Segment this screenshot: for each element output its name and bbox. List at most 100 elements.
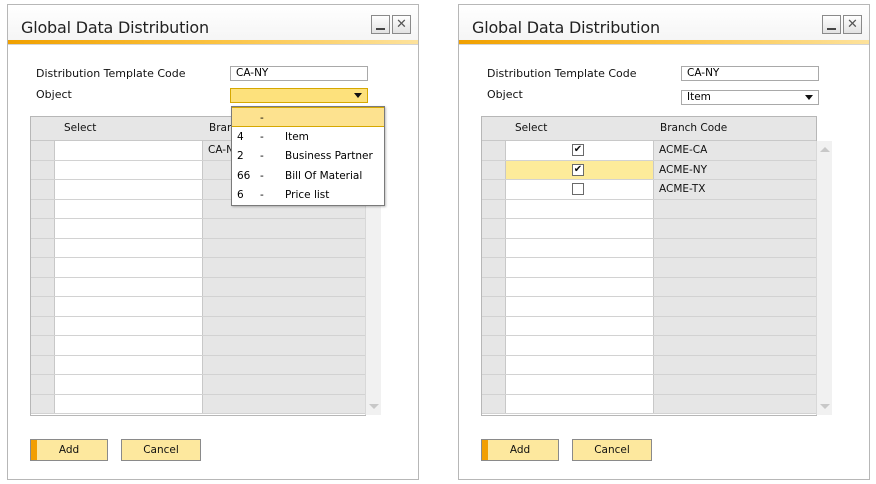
select-cell[interactable] xyxy=(506,336,654,355)
table-row[interactable] xyxy=(482,199,816,219)
row-header-cell[interactable] xyxy=(31,180,55,199)
cancel-button[interactable]: Cancel xyxy=(572,439,652,461)
dropdown-option-blank[interactable]: - xyxy=(232,107,384,127)
table-row[interactable] xyxy=(482,297,816,317)
table-row[interactable] xyxy=(31,394,365,414)
select-cell[interactable] xyxy=(506,277,654,296)
table-row[interactable] xyxy=(482,316,816,336)
select-cell[interactable] xyxy=(55,141,203,160)
select-cell[interactable] xyxy=(506,258,654,277)
row-header-cell[interactable] xyxy=(482,160,506,179)
table-row[interactable] xyxy=(482,336,816,356)
row-header-cell[interactable] xyxy=(31,238,55,257)
row-header-cell[interactable] xyxy=(31,219,55,238)
row-header-cell[interactable] xyxy=(482,277,506,296)
select-cell[interactable] xyxy=(55,160,203,179)
select-cell[interactable] xyxy=(506,297,654,316)
row-header-cell[interactable] xyxy=(31,375,55,394)
table-row[interactable] xyxy=(482,375,816,395)
table-row[interactable] xyxy=(31,355,365,375)
object-dropdown[interactable]: Item xyxy=(681,90,819,105)
table-row[interactable] xyxy=(482,394,816,414)
row-header-cell[interactable] xyxy=(31,394,55,413)
row-header-cell[interactable] xyxy=(31,160,55,179)
select-cell[interactable] xyxy=(506,238,654,257)
row-header-cell[interactable] xyxy=(482,336,506,355)
row-header-cell[interactable] xyxy=(482,375,506,394)
row-header-cell[interactable] xyxy=(31,199,55,218)
table-row[interactable] xyxy=(482,355,816,375)
row-header-cell[interactable] xyxy=(31,297,55,316)
cancel-button[interactable]: Cancel xyxy=(121,439,201,461)
scroll-up-icon[interactable] xyxy=(820,147,830,152)
table-row[interactable]: ✔ ACME-NY xyxy=(482,160,816,180)
minimize-icon[interactable] xyxy=(371,15,390,34)
minimize-icon[interactable] xyxy=(822,15,841,34)
row-header-cell[interactable] xyxy=(482,258,506,277)
row-header-cell[interactable] xyxy=(31,355,55,374)
row-header-cell[interactable] xyxy=(482,316,506,335)
row-header-cell[interactable] xyxy=(482,180,506,199)
row-header-cell[interactable] xyxy=(31,336,55,355)
checkbox-checked[interactable]: ✔ xyxy=(572,163,584,176)
add-button[interactable]: Add xyxy=(30,439,108,461)
row-header-cell[interactable] xyxy=(31,258,55,277)
row-header-cell[interactable] xyxy=(31,277,55,296)
table-row[interactable] xyxy=(482,219,816,239)
dropdown-option-price-list[interactable]: 6 - Price list xyxy=(232,185,384,205)
table-row[interactable] xyxy=(31,316,365,336)
scroll-down-icon[interactable] xyxy=(369,404,379,409)
table-row[interactable] xyxy=(31,219,365,239)
close-icon[interactable]: ✕ xyxy=(392,15,411,34)
select-cell[interactable] xyxy=(506,199,654,218)
dropdown-option-bill-of-material[interactable]: 66 - Bill Of Material xyxy=(232,166,384,186)
select-cell[interactable] xyxy=(55,180,203,199)
select-cell[interactable] xyxy=(506,375,654,394)
select-cell[interactable] xyxy=(55,355,203,374)
scroll-down-icon[interactable] xyxy=(820,404,830,409)
table-row[interactable]: ✔ ACME-CA xyxy=(482,141,816,161)
template-code-field[interactable]: CA-NY xyxy=(230,66,368,81)
close-icon[interactable]: ✕ xyxy=(843,15,862,34)
table-row[interactable] xyxy=(31,258,365,278)
checkbox-unchecked[interactable] xyxy=(572,183,584,195)
select-cell[interactable] xyxy=(55,238,203,257)
checkbox-checked[interactable]: ✔ xyxy=(572,144,584,156)
table-row[interactable] xyxy=(482,238,816,258)
select-cell[interactable] xyxy=(55,316,203,335)
select-cell[interactable] xyxy=(506,394,654,413)
select-cell[interactable] xyxy=(55,297,203,316)
row-header-cell[interactable] xyxy=(31,316,55,335)
row-header-cell[interactable] xyxy=(482,238,506,257)
add-button[interactable]: Add xyxy=(481,439,559,461)
row-header-cell[interactable] xyxy=(482,394,506,413)
dropdown-option-business-partner[interactable]: 2 - Business Partner xyxy=(232,146,384,166)
select-cell[interactable] xyxy=(506,180,654,199)
select-cell[interactable] xyxy=(55,219,203,238)
table-row[interactable] xyxy=(31,336,365,356)
table-row[interactable] xyxy=(31,297,365,317)
table-row[interactable] xyxy=(31,238,365,258)
row-header-cell[interactable] xyxy=(482,141,506,160)
select-cell[interactable] xyxy=(55,375,203,394)
template-code-field[interactable]: CA-NY xyxy=(681,66,819,81)
select-cell[interactable] xyxy=(55,258,203,277)
object-dropdown[interactable] xyxy=(230,88,368,103)
select-cell[interactable] xyxy=(55,277,203,296)
table-row[interactable] xyxy=(31,375,365,395)
select-cell[interactable] xyxy=(506,219,654,238)
row-header-cell[interactable] xyxy=(31,141,55,160)
row-header-cell[interactable] xyxy=(482,219,506,238)
select-cell[interactable] xyxy=(55,336,203,355)
select-cell[interactable]: ✔ xyxy=(506,160,654,179)
row-header-cell[interactable] xyxy=(482,199,506,218)
select-cell[interactable] xyxy=(506,316,654,335)
select-cell[interactable] xyxy=(55,394,203,413)
vertical-scrollbar[interactable] xyxy=(816,141,832,415)
select-cell[interactable]: ✔ xyxy=(506,141,654,160)
select-cell[interactable] xyxy=(506,355,654,374)
row-header-cell[interactable] xyxy=(482,297,506,316)
row-header-cell[interactable] xyxy=(482,355,506,374)
dropdown-option-item[interactable]: 4 - Item xyxy=(232,127,384,147)
table-row[interactable] xyxy=(31,277,365,297)
